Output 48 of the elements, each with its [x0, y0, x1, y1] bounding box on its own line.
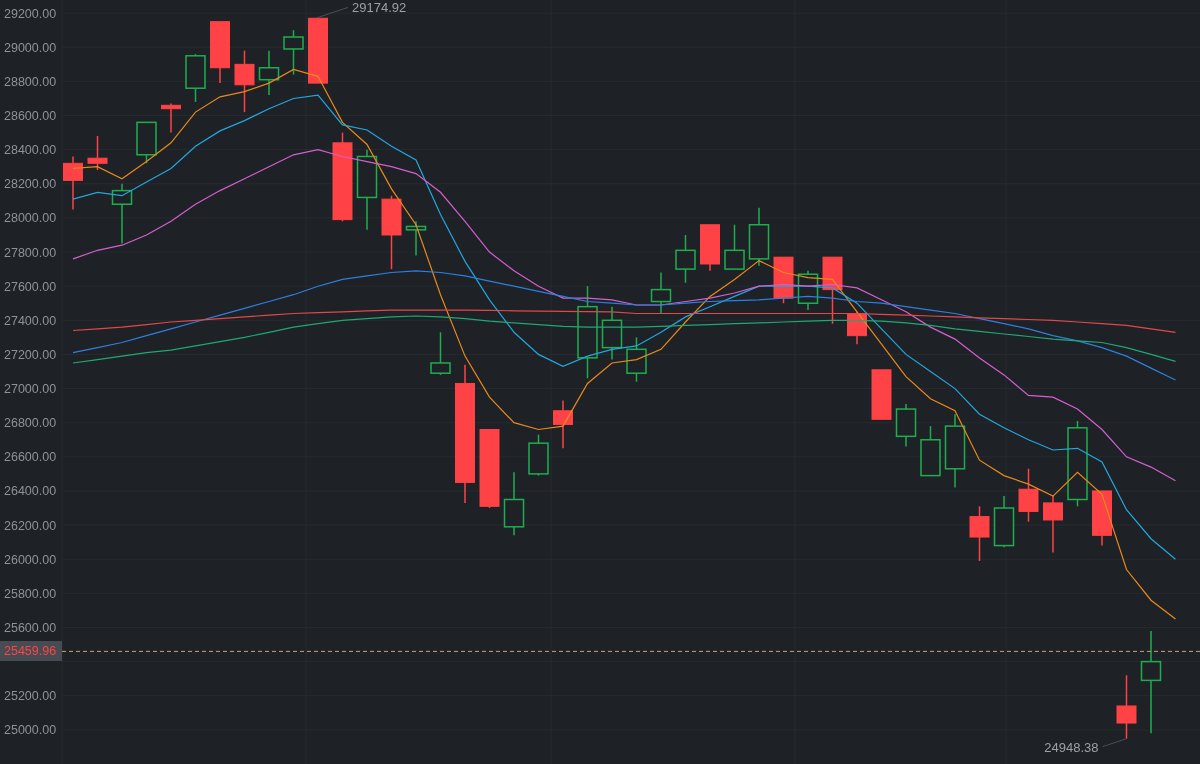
candlestick — [1092, 490, 1112, 547]
candlestick — [63, 155, 83, 211]
price-label: 25459.96 — [0, 641, 62, 662]
axis-label: 26400.00 — [4, 484, 57, 499]
leader-line — [1102, 738, 1127, 748]
axis-label: 25600.00 — [4, 621, 57, 635]
axis-label: 27600.00 — [4, 279, 57, 294]
axis-label: 26600.00 — [4, 450, 57, 465]
axis-label: 27400.00 — [4, 313, 57, 328]
candlestick — [847, 311, 867, 345]
candlestick — [161, 102, 181, 134]
candlestick — [773, 256, 794, 304]
axis-label: 27200.00 — [4, 347, 57, 362]
axis-label: 27000.00 — [4, 382, 57, 397]
axis-label: 26000.00 — [4, 552, 57, 567]
axis-label: 29200.00 — [4, 6, 57, 21]
candlestick — [1116, 674, 1137, 740]
candlestick — [969, 505, 990, 562]
candlestick — [700, 224, 720, 272]
leader-line — [317, 6, 349, 18]
axis-label: 28200.00 — [4, 177, 57, 192]
candlestick — [553, 399, 573, 450]
candlestick — [210, 20, 230, 84]
candlestick — [503, 471, 525, 537]
axis-label: 28000.00 — [4, 211, 57, 226]
candlestick — [1043, 495, 1063, 554]
candlestick — [675, 234, 696, 284]
axis-label: 25000.00 — [4, 723, 57, 738]
axis-label: 28800.00 — [4, 74, 57, 89]
candlestick — [308, 16, 328, 84]
candlestick — [405, 220, 427, 257]
candlestick — [234, 49, 255, 113]
axis-label: 25200.00 — [4, 689, 57, 704]
axis-label: 28400.00 — [4, 143, 57, 158]
candlestick — [871, 369, 892, 421]
candlestick — [87, 135, 108, 171]
axis-label: 25800.00 — [4, 586, 57, 601]
axis-label: 27800.00 — [4, 245, 57, 260]
candlestick — [1018, 468, 1039, 523]
extreme-price-label: 24948.38 — [1044, 739, 1099, 755]
candlestick — [822, 256, 843, 325]
axis-label: 28600.00 — [4, 109, 57, 124]
candlestick — [797, 270, 819, 311]
axis-label: 26200.00 — [4, 518, 57, 533]
axis-label: 26800.00 — [4, 416, 57, 431]
extreme-price-label: 29174.92 — [352, 0, 407, 16]
candlestick — [724, 224, 745, 270]
axis-label: 29000.00 — [4, 40, 57, 55]
